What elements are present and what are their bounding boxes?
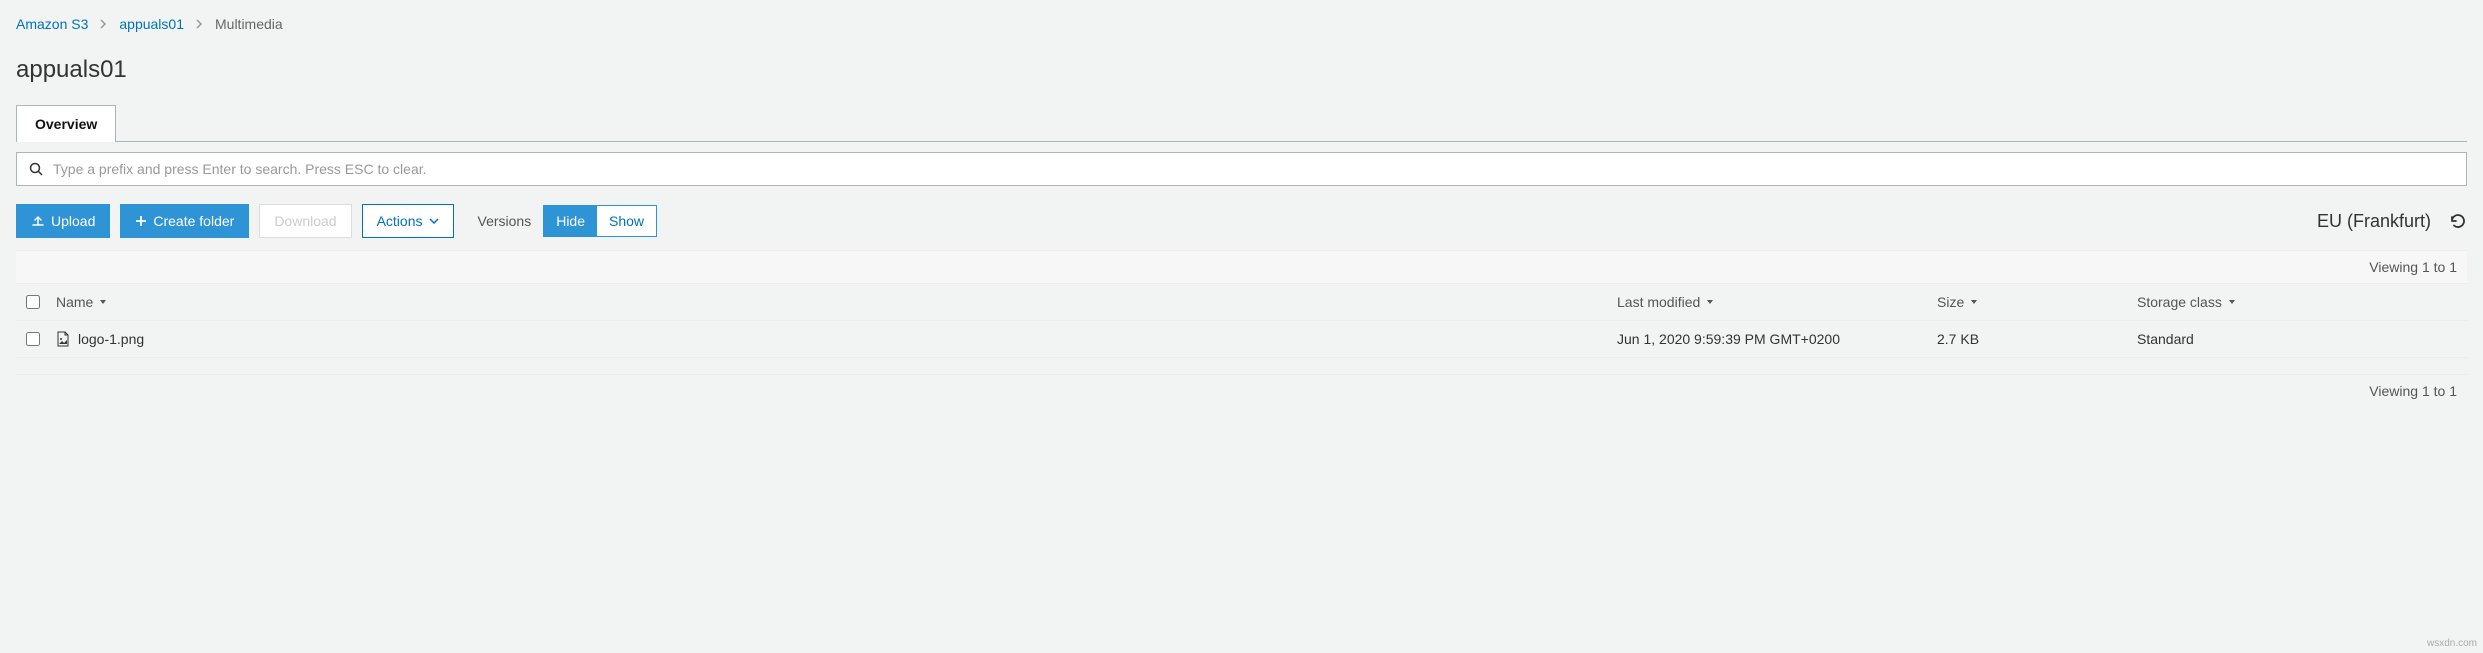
versions-show-button[interactable]: Show [597, 206, 656, 236]
column-size-label: Size [1937, 294, 1964, 310]
tabs: Overview [16, 104, 2467, 142]
sort-icon [2228, 299, 2236, 305]
table-row[interactable]: logo-1.png Jun 1, 2020 9:59:39 PM GMT+02… [16, 321, 2467, 358]
cell-storage: Standard [2137, 331, 2457, 347]
chevron-right-icon [196, 19, 203, 29]
chevron-right-icon [100, 19, 107, 29]
search-box[interactable] [16, 152, 2467, 186]
upload-label: Upload [51, 213, 95, 229]
pagination-bottom-text: Viewing 1 to 1 [2369, 383, 2457, 399]
breadcrumb-root[interactable]: Amazon S3 [16, 16, 88, 32]
column-header-size[interactable]: Size [1937, 294, 2137, 310]
versions-toggle: Hide Show [543, 205, 657, 237]
upload-button[interactable]: Upload [16, 204, 110, 238]
refresh-icon[interactable] [2449, 212, 2467, 230]
region-label: EU (Frankfurt) [2317, 211, 2431, 232]
sort-icon [99, 299, 107, 305]
tab-overview[interactable]: Overview [16, 105, 116, 142]
search-input[interactable] [53, 161, 2454, 177]
row-checkbox[interactable] [26, 332, 40, 346]
watermark: wsxdn.com [2427, 638, 2477, 649]
page-title: appuals01 [16, 56, 2467, 84]
actions-button[interactable]: Actions [362, 204, 454, 238]
file-name: logo-1.png [78, 331, 144, 347]
chevron-down-icon [429, 218, 439, 224]
pagination-top: Viewing 1 to 1 [16, 250, 2467, 284]
sort-icon [1970, 299, 1978, 305]
versions-label: Versions [478, 213, 532, 229]
column-modified-label: Last modified [1617, 294, 1700, 310]
create-folder-label: Create folder [153, 213, 234, 229]
sort-icon [1706, 299, 1714, 305]
upload-icon [31, 214, 45, 228]
versions-hide-button[interactable]: Hide [544, 206, 597, 236]
breadcrumb: Amazon S3 appuals01 Multimedia [16, 0, 2467, 48]
actions-label: Actions [377, 213, 423, 229]
plus-icon [135, 215, 147, 227]
create-folder-button[interactable]: Create folder [120, 204, 249, 238]
column-name-label: Name [56, 294, 93, 310]
pagination-top-text: Viewing 1 to 1 [2369, 259, 2457, 275]
cell-size: 2.7 KB [1937, 331, 2137, 347]
column-header-modified[interactable]: Last modified [1617, 294, 1937, 310]
breadcrumb-current: Multimedia [215, 16, 283, 32]
select-all-checkbox[interactable] [26, 295, 40, 309]
column-header-storage[interactable]: Storage class [2137, 294, 2457, 310]
download-button: Download [259, 204, 351, 238]
column-storage-label: Storage class [2137, 294, 2222, 310]
column-header-name[interactable]: Name [56, 294, 1617, 310]
breadcrumb-bucket[interactable]: appuals01 [119, 16, 184, 32]
file-icon [56, 331, 70, 347]
search-icon [29, 162, 43, 176]
pagination-bottom: Viewing 1 to 1 [16, 374, 2467, 407]
toolbar: Upload Create folder Download Actions Ve… [16, 196, 2467, 250]
cell-modified: Jun 1, 2020 9:59:39 PM GMT+0200 [1617, 331, 1937, 347]
table-header: Name Last modified Size Storage class [16, 284, 2467, 321]
